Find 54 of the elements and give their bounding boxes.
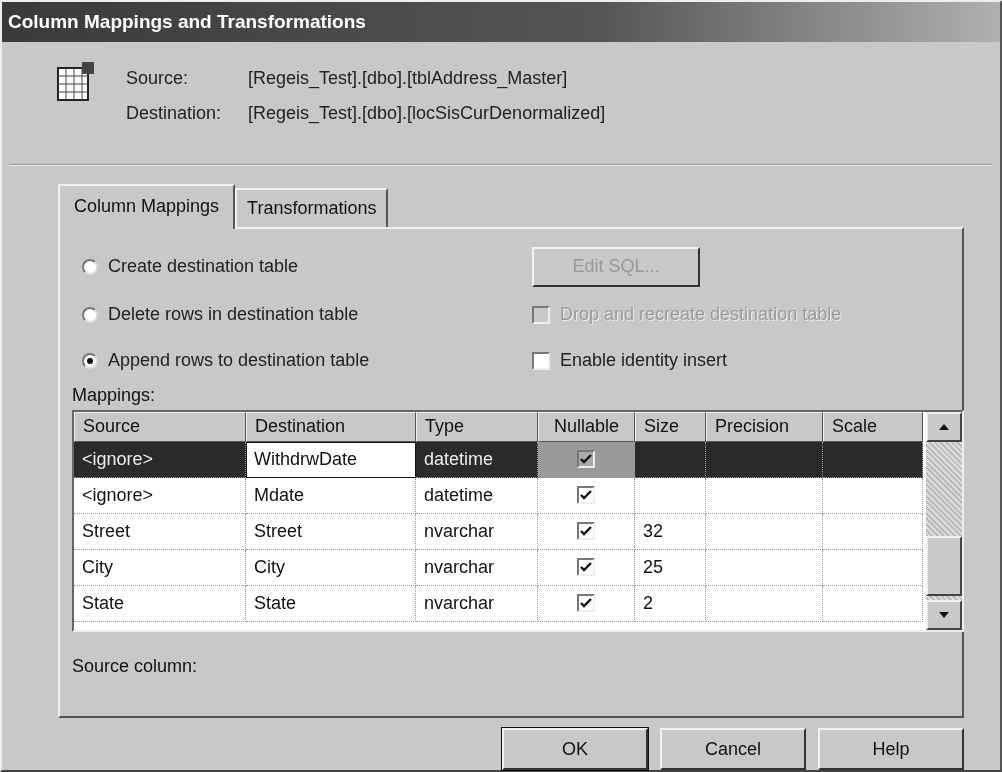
checkbox[interactable] bbox=[577, 450, 595, 469]
column-header[interactable]: Source bbox=[74, 411, 246, 442]
table-cell: nvarchar bbox=[416, 585, 538, 622]
dialog-button[interactable]: Help bbox=[818, 728, 964, 770]
column-header[interactable]: Type bbox=[416, 411, 538, 442]
destination-label: Destination: bbox=[126, 102, 223, 124]
table-cell: State bbox=[246, 585, 416, 622]
table-cell: <ignore> bbox=[74, 441, 246, 478]
tab[interactable]: Column Mappings bbox=[58, 183, 236, 229]
dialog-button[interactable]: Cancel bbox=[660, 728, 806, 770]
checkbox[interactable] bbox=[577, 486, 595, 505]
table-cell: 32 bbox=[635, 513, 706, 550]
radio-label: Delete rows in destination table bbox=[108, 304, 359, 326]
checkbox-label: Enable identity insert bbox=[560, 350, 728, 372]
destination-value: [Regeis_Test].[dbo].[locSisCurDenormalized] bbox=[248, 102, 606, 124]
mappings-label: Mappings: bbox=[72, 384, 157, 406]
table-cell: <ignore> bbox=[74, 477, 246, 514]
table-cell: 25 bbox=[635, 549, 706, 586]
radio-button[interactable] bbox=[82, 306, 98, 323]
table-icon bbox=[56, 59, 96, 104]
column-header[interactable]: Scale bbox=[823, 411, 923, 442]
table-cell: City bbox=[246, 549, 416, 586]
window-title: Column Mappings and Transformations bbox=[2, 2, 1000, 42]
down-arrow-icon bbox=[939, 611, 949, 618]
tab[interactable]: Transformations bbox=[235, 187, 389, 227]
scrollbar[interactable] bbox=[926, 411, 962, 630]
column-header[interactable]: Size bbox=[635, 411, 706, 442]
table-cell: 2 bbox=[635, 585, 706, 622]
checkbox[interactable] bbox=[577, 594, 595, 613]
radio-label: Create destination table bbox=[108, 256, 299, 278]
edit-field[interactable]: WithdrwDate bbox=[246, 441, 416, 478]
table-cell: datetime bbox=[416, 441, 538, 478]
source-value: [Regeis_Test].[dbo].[tblAddress_Master] bbox=[248, 67, 569, 89]
source-label: Source: bbox=[126, 67, 190, 89]
column-header[interactable]: Destination bbox=[246, 411, 416, 442]
table-cell: Mdate bbox=[246, 477, 416, 514]
radio-button[interactable] bbox=[82, 352, 98, 369]
table-cell: State bbox=[74, 585, 246, 622]
table-cell: Street bbox=[246, 513, 416, 550]
source-column-label: Source column: bbox=[72, 655, 199, 677]
table-cell: City bbox=[74, 549, 246, 586]
radio-label: Append rows to destination table bbox=[108, 350, 370, 372]
column-header[interactable]: Nullable bbox=[538, 411, 635, 442]
table-cell: datetime bbox=[416, 477, 538, 514]
checkbox[interactable] bbox=[577, 522, 595, 541]
dialog-button[interactable]: OK bbox=[502, 728, 648, 770]
up-arrow-icon bbox=[939, 423, 949, 430]
radio-button[interactable] bbox=[82, 258, 98, 275]
column-header[interactable]: Precision bbox=[706, 411, 823, 442]
table-cell: nvarchar bbox=[416, 549, 538, 586]
table-cell: Street bbox=[74, 513, 246, 550]
checkbox[interactable] bbox=[532, 351, 550, 370]
table-cell: nvarchar bbox=[416, 513, 538, 550]
checkbox[interactable] bbox=[577, 558, 595, 577]
